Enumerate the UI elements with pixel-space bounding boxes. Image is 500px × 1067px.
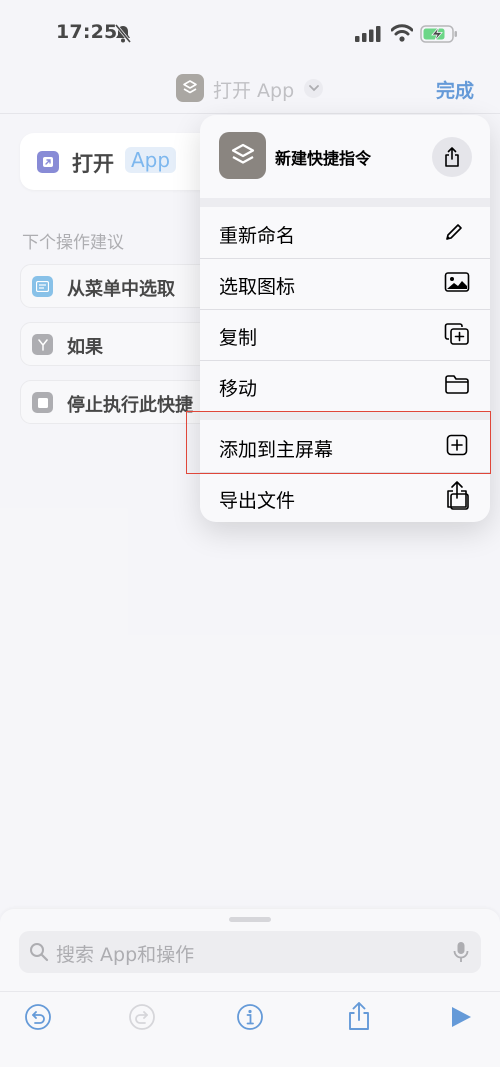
menu-item-export-file[interactable]: 导出文件	[200, 473, 490, 522]
share-button[interactable]	[432, 137, 472, 177]
highlight-box	[186, 411, 491, 474]
menu-item-label: 导出文件	[219, 490, 296, 512]
menu-section-separator	[200, 198, 490, 207]
folder-icon	[444, 373, 470, 395]
menu-item-label: 移动	[219, 378, 258, 400]
image-icon	[444, 271, 470, 293]
export-icon	[444, 480, 470, 510]
duplicate-icon	[444, 322, 470, 346]
menu-item-move[interactable]: 移动	[200, 361, 490, 411]
shortcut-icon	[219, 132, 266, 179]
menu-item-label: 重新命名	[219, 225, 296, 247]
pencil-icon	[444, 222, 464, 242]
menu-title: 新建快捷指令	[275, 149, 372, 168]
menu-item-rename[interactable]: 重新命名	[200, 208, 490, 258]
menu-item-choose-icon[interactable]: 选取图标	[200, 259, 490, 309]
menu-item-label: 复制	[219, 327, 258, 349]
menu-item-duplicate[interactable]: 复制	[200, 310, 490, 360]
menu-item-label: 选取图标	[219, 276, 296, 298]
